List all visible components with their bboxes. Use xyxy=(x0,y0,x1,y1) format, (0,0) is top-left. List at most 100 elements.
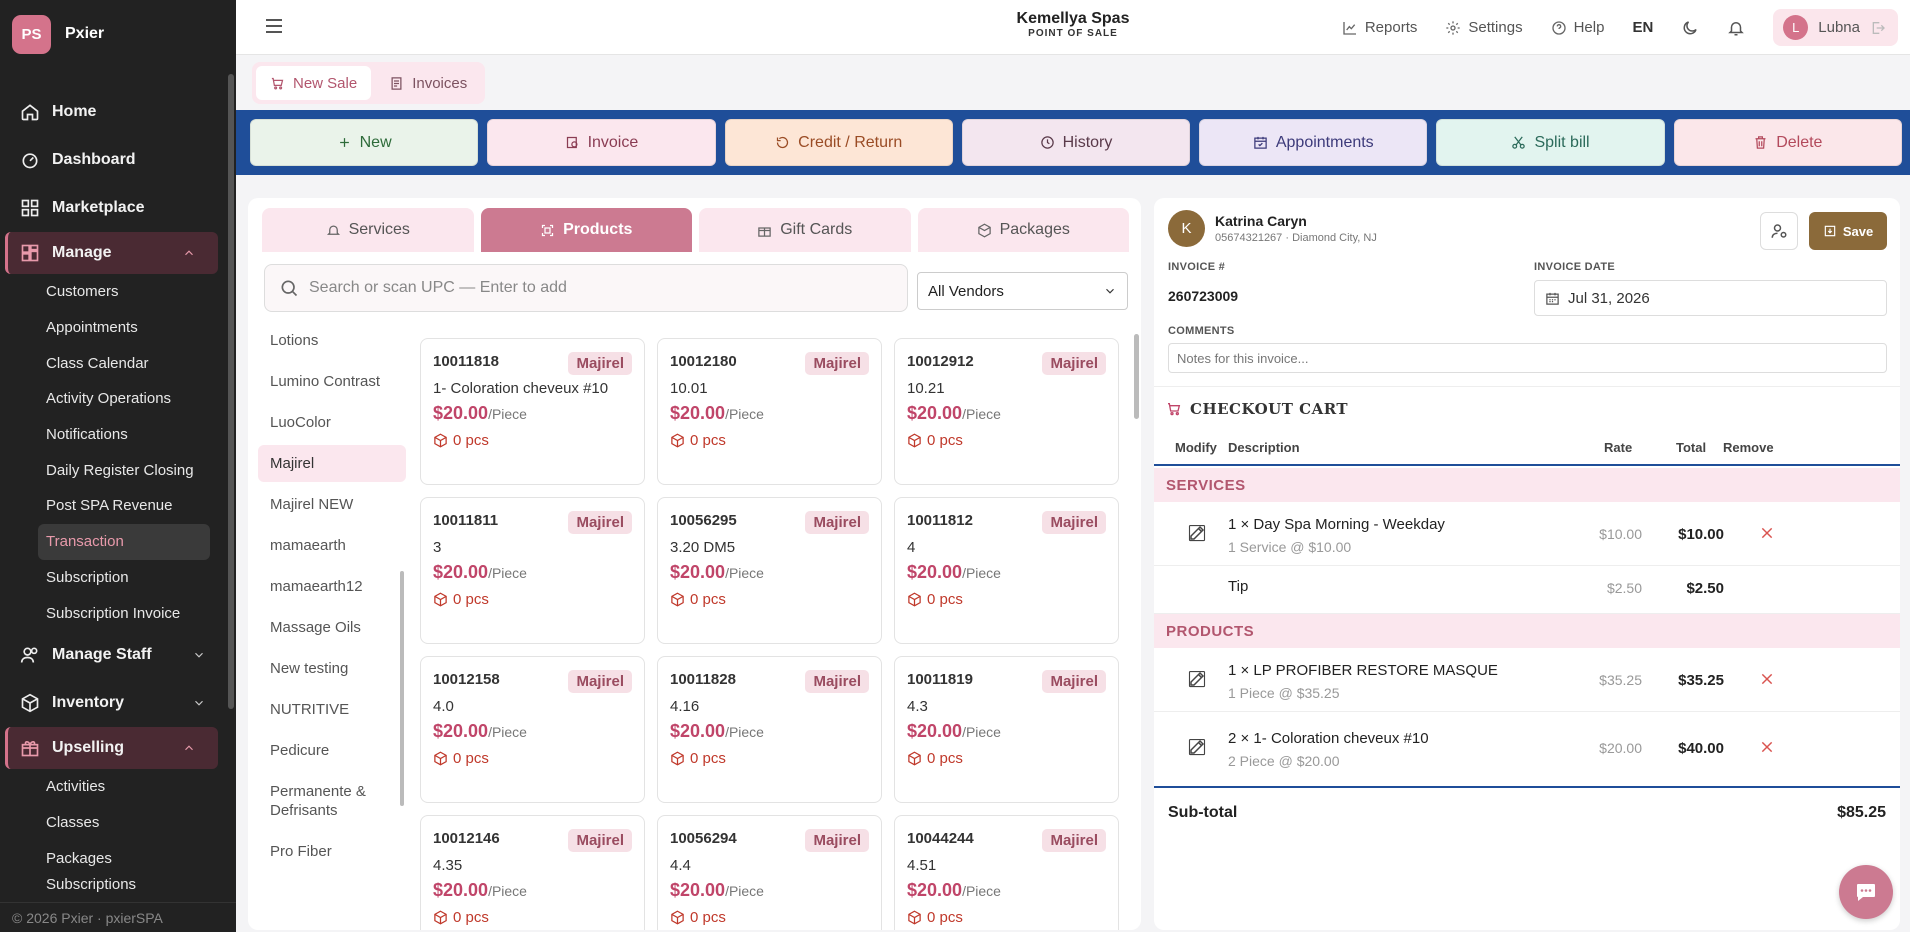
sidebar-item-manage-staff[interactable]: Manage Staff xyxy=(0,631,228,679)
product-card[interactable]: 10011812 Majirel 4 $20.00/Piece 0 pcs xyxy=(894,497,1119,644)
delete-button[interactable]: Delete xyxy=(1673,119,1902,166)
sidebar-item-inventory[interactable]: Inventory xyxy=(0,679,228,727)
sidebar-subitem-packages[interactable]: Packages xyxy=(0,840,228,876)
edit-icon[interactable] xyxy=(1188,670,1206,688)
product-card[interactable]: 10012180 Majirel 10.01 $20.00/Piece 0 pcs xyxy=(657,338,882,485)
product-card[interactable]: 10012912 Majirel 10.21 $20.00/Piece 0 pcs xyxy=(894,338,1119,485)
brand-list-item[interactable]: Pro Fiber xyxy=(258,833,406,870)
product-card[interactable]: 10044244 Majirel 4.51 $20.00/Piece 0 pcs xyxy=(894,815,1119,930)
brand-list-item[interactable]: mamaearth xyxy=(258,527,406,564)
button-label: Delete xyxy=(1776,133,1823,151)
tab-services[interactable]: Services xyxy=(262,208,474,252)
tab-products[interactable]: Products xyxy=(480,208,692,252)
scrollbar-thumb[interactable] xyxy=(1134,334,1139,419)
scrollbar-thumb[interactable] xyxy=(400,571,404,806)
new-button[interactable]: New xyxy=(250,119,479,166)
brand-list-item[interactable]: Lumino Contrast xyxy=(258,363,406,400)
brand-list-scrollbar[interactable] xyxy=(400,326,404,926)
product-card[interactable]: 10012146 Majirel 4.35 $20.00/Piece 0 pcs xyxy=(420,815,645,930)
settings-link[interactable]: Settings xyxy=(1445,19,1523,36)
theme-toggle-icon[interactable] xyxy=(1681,19,1699,37)
change-customer-button[interactable] xyxy=(1760,212,1798,250)
product-price: $20.00/Piece xyxy=(907,721,1106,742)
sidebar-subitem-subscription-invoice[interactable]: Subscription Invoice xyxy=(0,595,228,631)
edit-icon[interactable] xyxy=(1188,738,1206,756)
sidebar-subitem-class-calendar[interactable]: Class Calendar xyxy=(0,345,228,381)
help-link[interactable]: Help xyxy=(1551,19,1604,36)
product-grid-scrollbar[interactable] xyxy=(1134,334,1139,924)
brand-list-item[interactable]: Massage Oils xyxy=(258,609,406,646)
sidebar-scrollbar[interactable] xyxy=(228,74,234,709)
save-button[interactable]: Save xyxy=(1809,212,1887,250)
product-card[interactable]: 10011819 Majirel 4.3 $20.00/Piece 0 pcs xyxy=(894,656,1119,803)
brand-list-item[interactable]: Lotions xyxy=(258,322,406,359)
brand-list-item[interactable]: NUTRITIVE xyxy=(258,691,406,728)
sidebar-subitem-activities[interactable]: Activities xyxy=(0,769,228,805)
sidebar-item-dashboard[interactable]: Dashboard xyxy=(0,136,228,184)
staff-icon xyxy=(20,647,38,663)
brand-list-item[interactable]: Pedicure xyxy=(258,732,406,769)
product-card[interactable]: 10011828 Majirel 4.16 $20.00/Piece 0 pcs xyxy=(657,656,882,803)
sidebar-subitem-activity-operations[interactable]: Activity Operations xyxy=(0,381,228,417)
brand-list-item[interactable]: LuoColor xyxy=(258,404,406,441)
subtotal-value: $85.25 xyxy=(1837,804,1886,821)
package-icon xyxy=(977,223,991,237)
sidebar-subitem-daily-register[interactable]: Daily Register Closing xyxy=(0,452,228,488)
sidebar-subitem-appointments[interactable]: Appointments xyxy=(0,310,228,346)
sidebar-subitem-post-spa-revenue[interactable]: Post SPA Revenue xyxy=(0,488,228,524)
stock-value: 0 pcs xyxy=(453,909,489,926)
vendor-select-value: All Vendors xyxy=(928,282,1004,300)
credit-return-button[interactable]: Credit / Return xyxy=(724,119,953,166)
brand-list-item[interactable]: New testing xyxy=(258,650,406,687)
avatar: L xyxy=(1783,15,1809,40)
search-input[interactable] xyxy=(309,279,907,297)
history-button[interactable]: History xyxy=(961,119,1191,166)
item-description: 2 × 1- Coloration cheveux #10 xyxy=(1228,730,1429,747)
sidebar-item-upselling[interactable]: Upselling xyxy=(5,726,218,769)
invoice-button[interactable]: Invoice xyxy=(487,119,716,166)
sidebar-subitem-classes[interactable]: Classes xyxy=(0,805,228,841)
tab-packages[interactable]: Packages xyxy=(917,208,1129,252)
remove-icon[interactable] xyxy=(1760,740,1774,754)
tab-invoices[interactable]: Invoices xyxy=(375,66,481,100)
appointments-button[interactable]: Appointments xyxy=(1199,119,1428,166)
brand-list-item[interactable]: Majirel xyxy=(258,445,406,482)
logout-icon[interactable] xyxy=(1870,20,1886,36)
cart-title-text: CHECKOUT CART xyxy=(1190,400,1349,418)
product-card[interactable]: 10056295 Majirel 3.20 DM5 $20.00/Piece 0 pcs xyxy=(657,497,882,644)
remove-icon[interactable] xyxy=(1760,526,1774,540)
product-card[interactable]: 10012158 Majirel 4.0 $20.00/Piece 0 pcs xyxy=(420,656,645,803)
sidebar-item-home[interactable]: Home xyxy=(0,88,228,136)
sidebar-subitem-notifications[interactable]: Notifications xyxy=(0,417,228,453)
brand-list-item[interactable]: mamaearth12 xyxy=(258,568,406,605)
comments-input[interactable] xyxy=(1168,343,1887,373)
tab-new-sale[interactable]: New Sale xyxy=(256,66,372,100)
product-card[interactable]: 10011818 Majirel 1- Coloration cheveux #10… xyxy=(420,338,645,485)
invoice-date-field[interactable]: Jul 31, 2026 xyxy=(1534,280,1887,316)
sidebar-item-manage[interactable]: Manage xyxy=(5,232,218,274)
sidebar-subitem-transaction[interactable]: Transaction xyxy=(38,523,210,560)
brand-list-item[interactable]: Majirel NEW xyxy=(258,486,406,523)
customer-info[interactable]: K Katrina Caryn 05674321267 · Diamond Ci… xyxy=(1168,210,1377,247)
edit-icon[interactable] xyxy=(1188,524,1206,542)
product-card[interactable]: 10011811 Majirel 3 $20.00/Piece 0 pcs xyxy=(420,497,645,644)
product-card[interactable]: 10056294 Majirel 4.4 $20.00/Piece 0 pcs xyxy=(657,815,882,930)
stock-value: 0 pcs xyxy=(927,909,963,926)
reports-link[interactable]: Reports xyxy=(1342,19,1417,36)
bell-icon[interactable] xyxy=(1727,19,1745,37)
remove-icon[interactable] xyxy=(1760,672,1774,686)
chat-button[interactable] xyxy=(1839,865,1893,919)
tab-gift-cards[interactable]: Gift Cards xyxy=(699,208,911,252)
stock-level: 0 pcs xyxy=(907,750,1106,767)
sidebar-subitem-subscriptions[interactable]: Subscriptions xyxy=(0,876,228,898)
sidebar-subitem-subscription[interactable]: Subscription xyxy=(0,560,228,596)
vendor-badge: Majirel xyxy=(805,670,869,693)
language-toggle[interactable]: EN xyxy=(1632,19,1653,36)
sidebar-item-marketplace[interactable]: Marketplace xyxy=(0,184,228,232)
split-bill-button[interactable]: Split bill xyxy=(1436,119,1665,166)
sidebar-subitem-customers[interactable]: Customers xyxy=(0,274,228,310)
brand-list-item[interactable]: Permanente & Defrisants xyxy=(258,773,406,829)
vendor-select[interactable]: All Vendors xyxy=(917,272,1128,310)
cart-row: 1 × Day Spa Morning - Weekday 1 Service … xyxy=(1154,504,1900,566)
user-menu[interactable]: L Lubna xyxy=(1773,9,1898,46)
